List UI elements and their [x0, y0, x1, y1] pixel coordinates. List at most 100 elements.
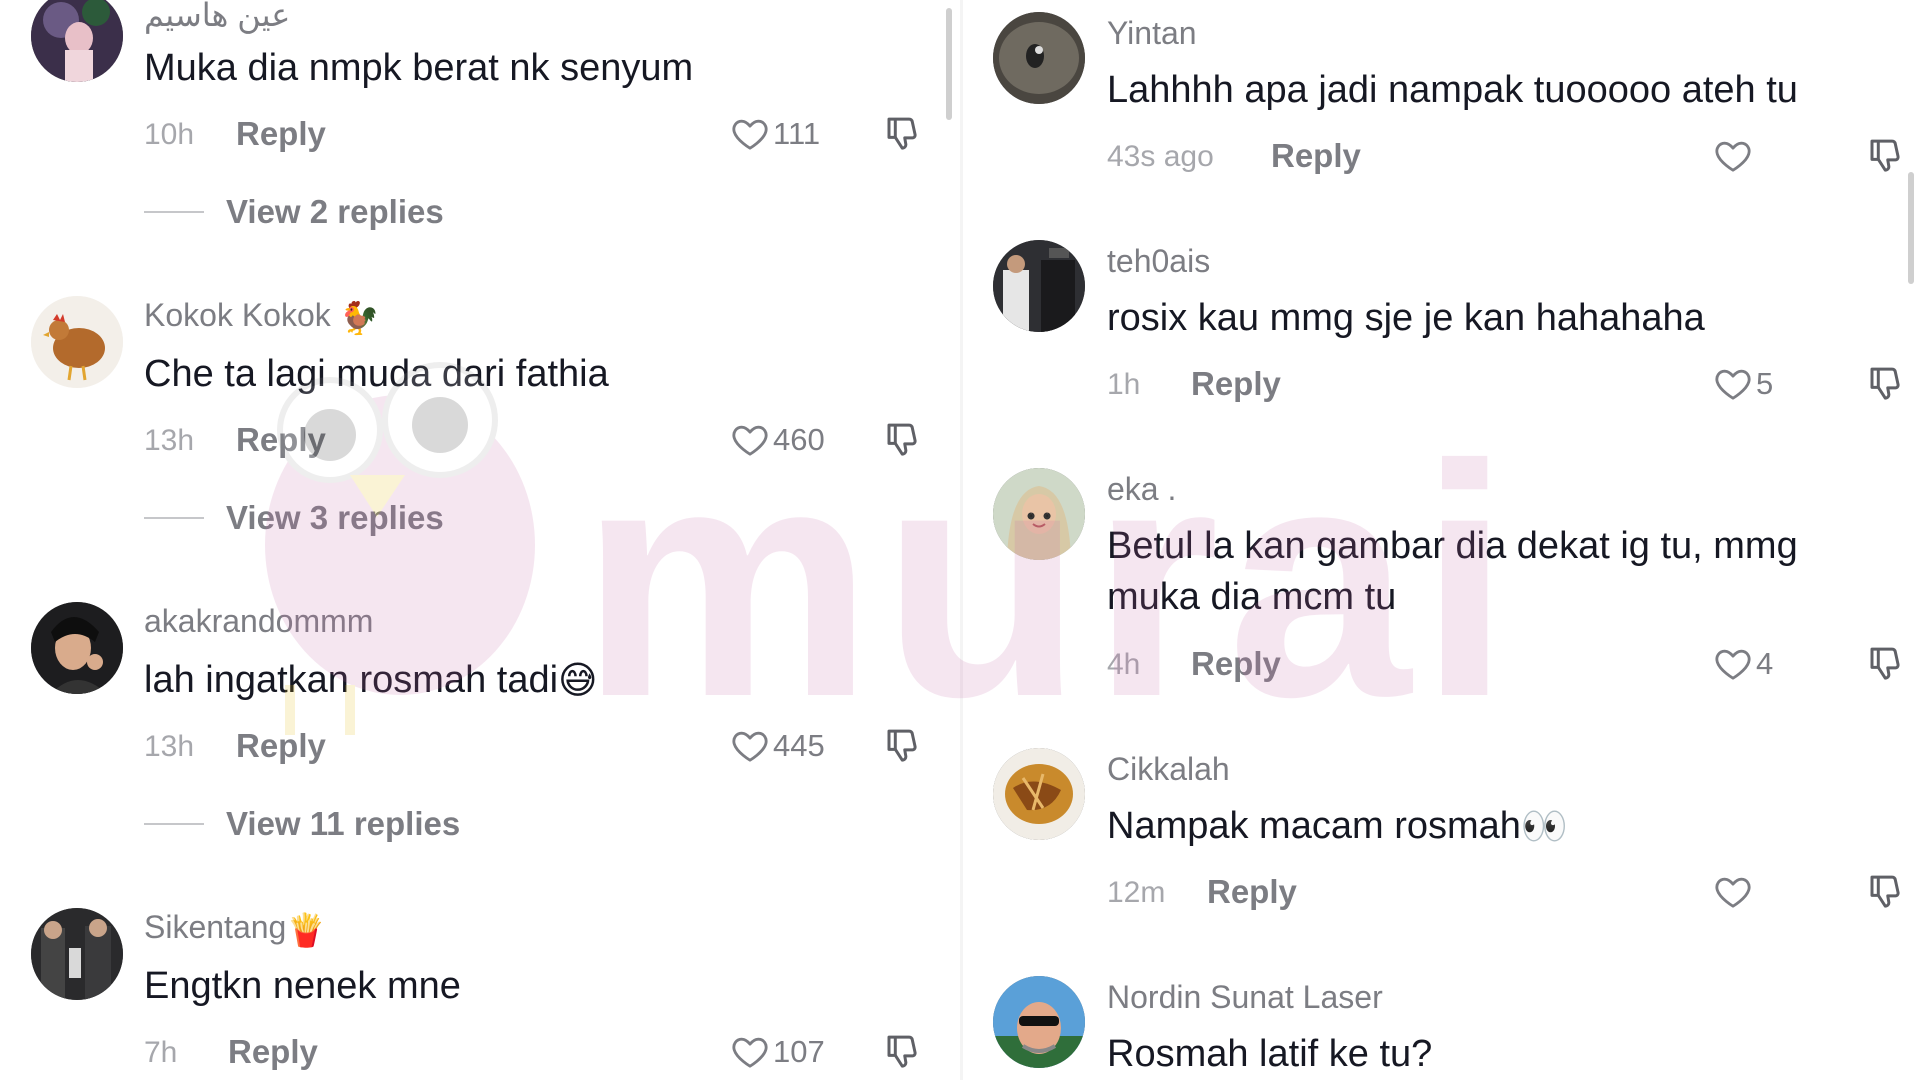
thumbs-down-icon [887, 729, 917, 762]
comment-timestamp: 1h [1107, 368, 1141, 401]
like-count: 445 [773, 728, 825, 763]
avatar[interactable] [31, 908, 123, 1000]
view-replies-label: View 2 replies [226, 193, 444, 230]
comment-username[interactable]: Kokok Kokok 🐓 [144, 296, 380, 337]
dislike-button[interactable] [882, 112, 924, 156]
comment-timestamp: 7h [144, 1036, 178, 1069]
thumbs-down-icon [887, 117, 917, 150]
comment-timestamp: 13h [144, 730, 195, 763]
heart-outline-icon [732, 119, 768, 150]
view-replies-label: View 3 replies [226, 499, 444, 536]
view-replies-line [144, 823, 204, 825]
like-button[interactable] [1712, 870, 1756, 914]
like-button[interactable]: 4 [1712, 642, 1773, 686]
eyes-emoji: 👀 [1520, 806, 1569, 849]
like-button[interactable]: 445 [729, 724, 825, 768]
view-replies-line [144, 211, 204, 213]
comment-text-content: lah ingatkan rosmah tadi [144, 659, 559, 701]
heart-outline-icon [732, 425, 768, 456]
reply-button[interactable]: Reply [1207, 874, 1297, 910]
comment-timestamp: 4h [1107, 648, 1141, 681]
avatar[interactable] [993, 240, 1085, 332]
heart-outline-icon [732, 1037, 768, 1068]
comment-text: Betul la kan gambar dia dekat ig tu, mmg… [1107, 525, 1798, 618]
like-count: 111 [773, 116, 821, 151]
dislike-button[interactable] [882, 724, 924, 768]
view-replies-line [144, 517, 204, 519]
comments-panel-left: عين هاسيم Muka dia nmpk berat nk senyum … [0, 0, 960, 1080]
reply-button[interactable]: Reply [236, 422, 326, 458]
view-replies-button[interactable]: View 11 replies [144, 804, 460, 844]
comment-username[interactable]: eka . [1107, 470, 1176, 508]
comment-text: rosix kau mmg sje je kan hahahaha [1107, 297, 1705, 339]
view-replies-label: View 11 replies [226, 805, 461, 842]
avatar[interactable] [31, 602, 123, 694]
comment-username-text: Kokok Kokok [144, 297, 331, 333]
like-count: 4 [1756, 646, 1774, 681]
heart-outline-icon [1715, 649, 1751, 680]
comment-text: Muka dia nmpk berat nk senyum [144, 47, 694, 89]
heart-outline-icon [732, 731, 768, 762]
scrollbar-thumb[interactable] [946, 8, 952, 120]
thumbs-down-icon [887, 1035, 917, 1068]
reply-button[interactable]: Reply [1271, 138, 1361, 174]
view-replies-button[interactable]: View 3 replies [144, 498, 444, 538]
thumbs-down-icon [1870, 875, 1900, 908]
comment-text: Nampak macam rosmah👀 [1107, 801, 1568, 853]
comment-username[interactable]: akakrandommm [144, 602, 373, 640]
comment-username[interactable]: Sikentang🍟 [144, 908, 326, 949]
reply-button[interactable]: Reply [236, 728, 326, 764]
dislike-button[interactable] [1865, 642, 1907, 686]
comment-text: Lahhhh apa jadi nampak tuooooo ateh tu [1107, 69, 1798, 111]
comment-timestamp: 43s ago [1107, 140, 1214, 173]
avatar[interactable] [31, 0, 123, 82]
view-replies-button[interactable]: View 2 replies [144, 192, 444, 232]
dislike-button[interactable] [1865, 134, 1907, 178]
avatar[interactable] [993, 976, 1085, 1068]
like-count: 107 [773, 1034, 825, 1069]
reply-button[interactable]: Reply [236, 116, 326, 152]
avatar[interactable] [993, 12, 1085, 104]
comment-text: Rosmah latif ke tu? [1107, 1033, 1433, 1075]
comment-username-text: Sikentang [144, 909, 287, 945]
reply-button[interactable]: Reply [228, 1034, 318, 1070]
thumbs-down-icon [1870, 139, 1900, 172]
comment-timestamp: 12m [1107, 876, 1166, 909]
like-button[interactable]: 107 [729, 1030, 825, 1074]
comments-panel-right: Yintan Lahhhh apa jadi nampak tuooooo at… [963, 0, 1920, 1080]
reply-button[interactable]: Reply [1191, 366, 1281, 402]
comment-text-content: Nampak macam rosmah [1107, 805, 1521, 847]
like-button[interactable] [1712, 134, 1756, 178]
comment-username[interactable]: Yintan [1107, 14, 1197, 52]
heart-outline-icon [1715, 141, 1751, 172]
scrollbar-thumb[interactable] [1908, 172, 1914, 284]
comment-username[interactable]: Nordin Sunat Laser [1107, 978, 1383, 1016]
avatar[interactable] [993, 748, 1085, 840]
comment-username[interactable]: عين هاسيم [144, 0, 290, 34]
like-button[interactable]: 5 [1712, 362, 1773, 406]
reply-button[interactable]: Reply [1191, 646, 1281, 682]
like-button[interactable]: 460 [729, 418, 825, 462]
heart-outline-icon [1715, 369, 1751, 400]
dislike-button[interactable] [882, 1030, 924, 1074]
comment-text: Engtkn nenek mne [144, 965, 461, 1007]
heart-outline-icon [1715, 877, 1751, 908]
like-button[interactable]: 111 [729, 112, 820, 156]
comment-text: Che ta lagi muda dari fathia [144, 353, 609, 395]
thumbs-down-icon [887, 423, 917, 456]
avatar[interactable] [31, 296, 123, 388]
dislike-button[interactable] [882, 418, 924, 462]
like-count: 5 [1756, 366, 1774, 401]
dislike-button[interactable] [1865, 362, 1907, 406]
comment-timestamp: 10h [144, 118, 195, 151]
fries-emoji: 🍟 [286, 911, 327, 948]
like-count: 460 [773, 422, 825, 457]
avatar[interactable] [993, 468, 1085, 560]
thumbs-down-icon [1870, 367, 1900, 400]
sweat-smile-emoji: 😅 [558, 660, 598, 703]
dislike-button[interactable] [1865, 870, 1907, 914]
comment-username[interactable]: Cikkalah [1107, 750, 1230, 788]
comment-username[interactable]: teh0ais [1107, 242, 1210, 280]
comment-timestamp: 13h [144, 424, 195, 457]
rooster-emoji: 🐓 [339, 299, 380, 336]
